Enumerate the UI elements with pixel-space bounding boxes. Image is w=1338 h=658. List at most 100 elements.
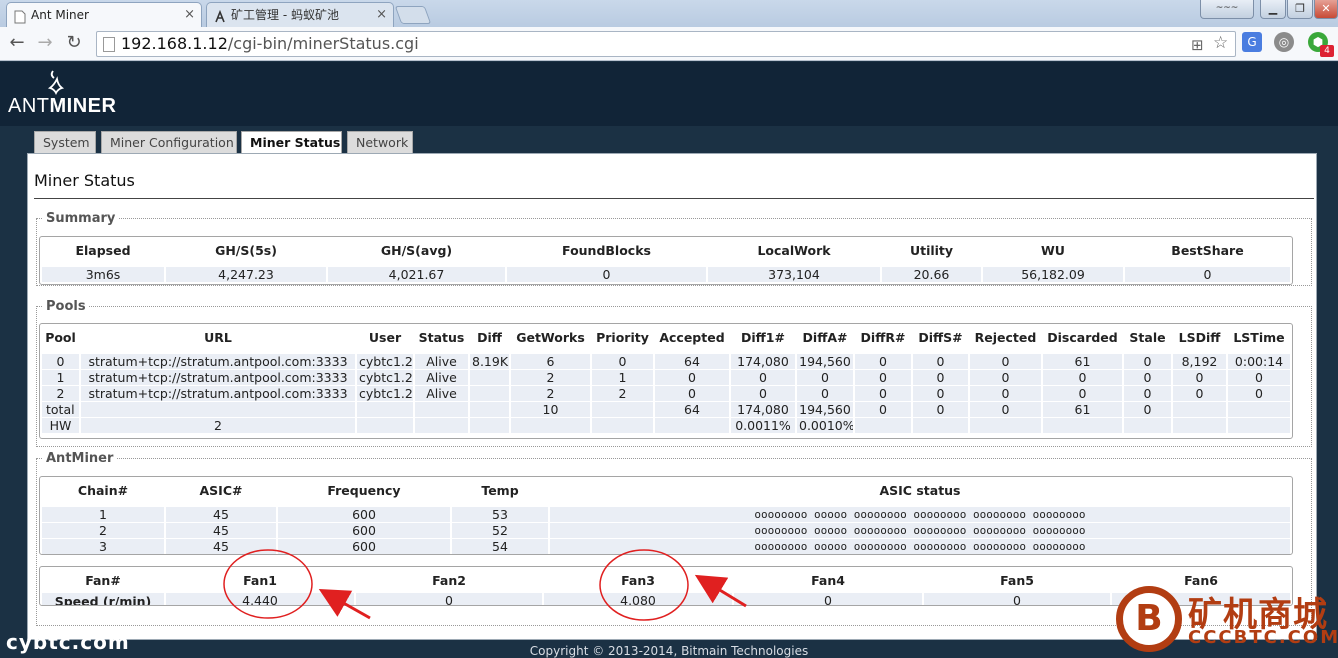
table-cell: 174,080 bbox=[731, 354, 795, 370]
url-path: /cgi-bin/minerStatus.cgi bbox=[227, 34, 419, 53]
column-header: GH/S(avg) bbox=[380, 242, 453, 258]
table-cell: HW bbox=[42, 418, 79, 434]
summary-table-box: Elapsed GH/S(5s) GH/S(avg) FoundBlocks Local… bbox=[39, 236, 1293, 285]
table-cell bbox=[415, 402, 468, 418]
table-cell bbox=[357, 402, 413, 418]
table-cell bbox=[1228, 402, 1290, 418]
table-cell: 0 bbox=[42, 354, 79, 370]
browser-tab-antpool[interactable]: 矿工管理 - 蚂蚁矿池 × bbox=[206, 2, 394, 27]
table-cell bbox=[913, 418, 968, 434]
table-cell: 0.0010% bbox=[797, 418, 853, 434]
table-cell: 61 bbox=[1043, 354, 1122, 370]
column-header: FoundBlocks bbox=[562, 242, 651, 258]
table-cell: 0 bbox=[913, 370, 968, 386]
table-cell: 8.19K bbox=[470, 354, 509, 370]
table-cell bbox=[470, 402, 509, 418]
column-header: Frequency bbox=[327, 482, 401, 498]
column-header: Priority bbox=[596, 329, 649, 345]
column-header: Elapsed bbox=[75, 242, 131, 258]
google-translate-extension-icon[interactable]: G bbox=[1242, 32, 1262, 52]
table-cell: 0 bbox=[970, 386, 1041, 402]
table-cell: 0 bbox=[731, 386, 795, 402]
column-header: Fan# bbox=[85, 572, 121, 588]
column-header: Accepted bbox=[659, 329, 725, 345]
table-cell: 0 bbox=[970, 370, 1041, 386]
fans-table: Fan# Fan1 Fan2 Fan3 Fan4 Fan5 Fan6 Speed (r/min… bbox=[40, 567, 1292, 605]
summary-data-row: 3m6s 4,247.23 4,021.67 0 373,104 20.66 56,182.… bbox=[42, 267, 1290, 283]
maximize-button[interactable]: ❐ bbox=[1287, 0, 1313, 19]
column-header: Fan4 bbox=[811, 572, 845, 588]
table-cell: 0 bbox=[1124, 402, 1171, 418]
tab-network[interactable]: Network bbox=[347, 131, 413, 154]
column-header: Diff bbox=[477, 329, 502, 345]
tab-system[interactable]: System bbox=[34, 131, 96, 154]
back-arrow-icon[interactable]: ← bbox=[6, 32, 28, 54]
page-title: Miner Status bbox=[34, 171, 135, 190]
tab-miner-status[interactable]: Miner Status bbox=[241, 131, 342, 155]
browser-tab-antminer[interactable]: Ant Miner × bbox=[6, 2, 202, 27]
table-cell bbox=[655, 418, 729, 434]
forward-arrow-icon[interactable]: → bbox=[34, 32, 56, 54]
column-header: Pool bbox=[45, 329, 76, 345]
table-row: 3 45 600 54 oooooooo ooooo oooooooo oooooooo… bbox=[42, 539, 1290, 554]
column-header: ASIC# bbox=[199, 482, 243, 498]
table-cell: 2 bbox=[42, 386, 79, 402]
table-cell: 2 bbox=[81, 418, 355, 434]
close-tab-icon[interactable]: × bbox=[376, 3, 387, 27]
fans-header-row: Fan# Fan1 Fan2 Fan3 Fan4 Fan5 Fan6 bbox=[42, 567, 1290, 593]
watermark-left: cybtc.com bbox=[6, 630, 130, 654]
user-profile-button[interactable]: ~~~ bbox=[1200, 0, 1254, 19]
column-header: LocalWork bbox=[757, 242, 831, 258]
table-row: 2 45 600 52 oooooooo ooooo oooooooo oooooooo… bbox=[42, 523, 1290, 539]
table-cell: 0 bbox=[1228, 386, 1290, 402]
table-cell: 0 bbox=[913, 402, 968, 418]
pools-table-box: Pool URL User Status Diff GetWorks Priority Acc… bbox=[39, 323, 1293, 439]
table-cell: 2 bbox=[42, 523, 164, 539]
extension-badge: 4 bbox=[1320, 45, 1334, 57]
table-cell: 0 bbox=[797, 386, 853, 402]
column-header: DiffR# bbox=[860, 329, 906, 345]
chains-table-box: Chain# ASIC# Frequency Temp ASIC status 1 45 60… bbox=[39, 476, 1293, 555]
address-url[interactable]: 192.168.1.12/cgi-bin/minerStatus.cgi bbox=[121, 32, 419, 56]
reload-icon[interactable]: ↻ bbox=[63, 32, 85, 54]
new-tab-button[interactable] bbox=[394, 6, 432, 24]
table-cell: total bbox=[42, 402, 79, 418]
table-cell: 2 bbox=[511, 370, 590, 386]
column-header: WU bbox=[1041, 242, 1065, 258]
close-window-button[interactable]: ✕ bbox=[1314, 0, 1338, 19]
table-cell: 56,182.09 bbox=[983, 267, 1123, 283]
table-cell: 0 bbox=[970, 402, 1041, 418]
antminer-logo-text: ANTMINER bbox=[8, 95, 116, 118]
fan-speed-value: 0 bbox=[734, 593, 922, 605]
app-header: ANTMINER bbox=[0, 62, 1338, 126]
table-cell: 2 bbox=[511, 386, 590, 402]
table-cell bbox=[592, 402, 653, 418]
summary-legend: Summary bbox=[46, 211, 116, 226]
watermark-right-logo: B 矿机商城 CCCBTC.COM bbox=[1116, 583, 1338, 655]
browser-tab-title: Ant Miner bbox=[31, 8, 89, 22]
pools-header-row: Pool URL User Status Diff GetWorks Priority Acc… bbox=[42, 324, 1290, 350]
table-cell: 600 bbox=[278, 507, 450, 523]
summary-header-row: Elapsed GH/S(5s) GH/S(avg) FoundBlocks Local… bbox=[42, 237, 1290, 263]
pools-legend: Pools bbox=[46, 299, 86, 314]
close-tab-icon[interactable]: × bbox=[184, 3, 195, 27]
column-header: Utility bbox=[909, 242, 954, 258]
media-extension-icon[interactable]: ◎ bbox=[1274, 32, 1294, 52]
summary-table: Elapsed GH/S(5s) GH/S(avg) FoundBlocks Local… bbox=[40, 237, 1292, 283]
table-cell: 373,104 bbox=[708, 267, 880, 283]
column-header: BestShare bbox=[1171, 242, 1244, 258]
table-cell: 1 bbox=[42, 507, 164, 523]
address-bar[interactable]: 192.168.1.12/cgi-bin/minerStatus.cgi ⊞ ☆ bbox=[96, 31, 1236, 57]
table-cell: 0 bbox=[507, 267, 706, 283]
minimize-button[interactable]: ▁ bbox=[1260, 0, 1286, 19]
bookmark-star-icon[interactable]: ☆ bbox=[1213, 33, 1228, 53]
translate-icon[interactable]: ⊞ bbox=[1191, 36, 1204, 54]
table-cell bbox=[470, 386, 509, 402]
table-cell bbox=[357, 418, 413, 434]
table-cell: 61 bbox=[1043, 402, 1122, 418]
column-header: Status bbox=[418, 329, 465, 345]
table-cell: 53 bbox=[452, 507, 548, 523]
table-cell: 0 bbox=[855, 386, 911, 402]
column-header: LSDiff bbox=[1178, 329, 1221, 345]
tab-miner-configuration[interactable]: Miner Configuration bbox=[101, 131, 237, 154]
